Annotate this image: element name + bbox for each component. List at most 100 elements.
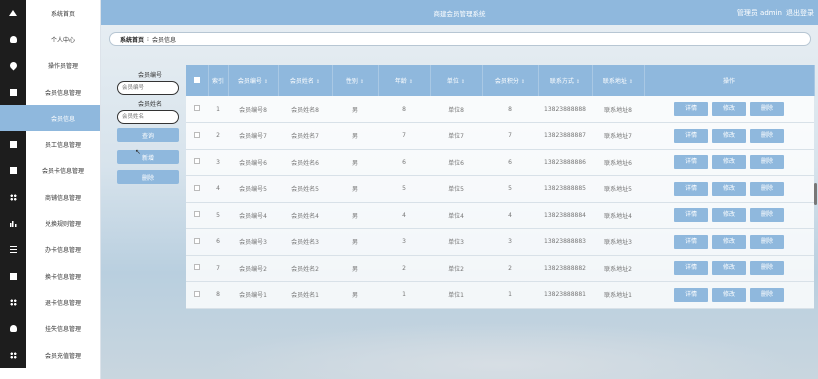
- sort-icon[interactable]: ⇕: [629, 79, 633, 85]
- cell-name: 会员姓名3: [278, 228, 332, 256]
- row-select-cell[interactable]: [186, 122, 208, 150]
- delete-button[interactable]: 删除: [750, 102, 784, 116]
- sidebar-icon-cell: [0, 210, 26, 237]
- row-select-cell[interactable]: [186, 149, 208, 176]
- sidebar-item[interactable]: 会员信息: [0, 105, 100, 132]
- sidebar-item[interactable]: 办卡信息管理: [0, 236, 100, 263]
- cell-no: 会员编号5: [228, 175, 278, 203]
- actions-cell: 详情 修改 删除: [644, 255, 814, 282]
- sidebar-item[interactable]: 员工信息管理: [0, 131, 100, 158]
- sidebar-item[interactable]: 系统首页: [0, 0, 100, 27]
- sort-icon[interactable]: ⇕: [461, 79, 465, 85]
- edit-button[interactable]: 修改: [712, 155, 746, 170]
- sidebar-item[interactable]: 商铺信息管理: [0, 184, 100, 211]
- row-select-cell[interactable]: [186, 96, 208, 123]
- logout-link[interactable]: 退出登录: [786, 8, 814, 18]
- sort-icon[interactable]: ⇕: [521, 79, 525, 85]
- row-checkbox[interactable]: [194, 184, 200, 191]
- member-table-wrapper: 索引 会员编号 ⇕ 会员姓名 ⇕ 性别 ⇕ 年龄 ⇕ 单位 ⇕ 会员积分 ⇕ 联系方式 ⇕ 联系地址 ⇕ 操作 1…: [186, 65, 815, 309]
- sidebar-item-label: 个人中心: [50, 36, 75, 44]
- cell-unit: 单位6: [430, 149, 482, 176]
- edit-button[interactable]: 修改: [712, 208, 746, 223]
- add-button[interactable]: 新增: [117, 150, 179, 164]
- delete-button[interactable]: 删除: [750, 208, 784, 223]
- detail-button[interactable]: 详情: [674, 208, 708, 223]
- row-checkbox[interactable]: [194, 290, 200, 297]
- edit-button[interactable]: 修改: [712, 287, 746, 302]
- cell-no: 会员编号3: [228, 228, 278, 256]
- home-icon: [9, 10, 17, 17]
- row-checkbox[interactable]: [194, 158, 200, 165]
- sidebar-icon-cell: [0, 157, 26, 185]
- row-checkbox[interactable]: [194, 131, 200, 138]
- member-no-input[interactable]: [117, 81, 179, 95]
- detail-button[interactable]: 详情: [674, 234, 708, 249]
- column-header[interactable]: 性别 ⇕: [332, 65, 379, 96]
- edit-button[interactable]: 修改: [712, 102, 746, 116]
- detail-button[interactable]: 详情: [674, 155, 708, 170]
- column-header[interactable]: 会员姓名 ⇕: [278, 65, 333, 96]
- row-select-cell[interactable]: [186, 228, 208, 256]
- row-checkbox[interactable]: [194, 264, 200, 271]
- edit-button[interactable]: 修改: [712, 181, 746, 196]
- column-header[interactable]: 单位 ⇕: [430, 65, 483, 96]
- column-header[interactable]: 年龄 ⇕: [378, 65, 431, 96]
- table-row: 8 会员编号1 会员姓名1 男 1 单位1 1 13823888881 联系地址1 详情 修改 删除: [186, 281, 814, 309]
- row-select-cell[interactable]: [186, 281, 208, 309]
- breadcrumb-home[interactable]: 系统首页: [120, 35, 144, 44]
- sidebar-item[interactable]: 会员卡信息管理: [0, 157, 100, 185]
- sidebar-item[interactable]: 会员信息管理: [0, 78, 100, 106]
- sidebar-item-label: 退卡信息管理: [44, 299, 81, 307]
- row-checkbox[interactable]: [194, 237, 200, 244]
- row-checkbox[interactable]: [194, 211, 200, 218]
- page-scrollbar[interactable]: [814, 183, 817, 205]
- select-all-checkbox[interactable]: [193, 76, 200, 83]
- app-title: 商建会员管理系统: [433, 9, 486, 18]
- sidebar-item-label: 会员卡信息管理: [41, 168, 84, 176]
- edit-button[interactable]: 修改: [712, 234, 746, 249]
- member-name-input[interactable]: [117, 110, 179, 124]
- edit-button[interactable]: 修改: [712, 128, 746, 143]
- row-select-cell[interactable]: [186, 255, 208, 282]
- row-checkbox[interactable]: [194, 105, 200, 111]
- row-select-cell[interactable]: [186, 175, 208, 203]
- sidebar-item[interactable]: 兑换规则管理: [0, 210, 100, 237]
- cell-index: 7: [208, 255, 228, 282]
- delete-button[interactable]: 删除: [750, 128, 784, 143]
- delete-button[interactable]: 删除: [750, 234, 784, 249]
- sort-icon[interactable]: ⇕: [409, 79, 413, 85]
- edit-button[interactable]: 修改: [712, 261, 746, 276]
- sidebar-item[interactable]: 个人中心: [0, 26, 100, 53]
- delete-button[interactable]: 删除: [750, 155, 784, 170]
- column-header[interactable]: 联系地址 ⇕: [592, 65, 645, 96]
- delete-button[interactable]: 删除: [750, 181, 784, 196]
- detail-button[interactable]: 详情: [674, 287, 708, 302]
- row-select-cell[interactable]: [186, 202, 208, 229]
- select-all-header[interactable]: [186, 65, 209, 96]
- column-header[interactable]: 会员积分 ⇕: [482, 65, 539, 96]
- cell-phone: 13823888882: [538, 255, 592, 282]
- detail-button[interactable]: 详情: [674, 261, 708, 276]
- batch-delete-button[interactable]: 删除: [117, 170, 179, 184]
- sidebar-item[interactable]: 挂失信息管理: [0, 315, 100, 342]
- detail-button[interactable]: 详情: [674, 128, 708, 143]
- delete-button[interactable]: 删除: [750, 287, 784, 302]
- sidebar-item[interactable]: 换卡信息管理: [0, 262, 100, 290]
- search-button[interactable]: 查询: [117, 128, 179, 142]
- detail-button[interactable]: 详情: [674, 181, 708, 196]
- column-header[interactable]: 会员编号 ⇕: [228, 65, 279, 96]
- sidebar-item[interactable]: 会员充值管理: [0, 341, 100, 369]
- top-header: 商建会员管理系统 管理员 admin 退出登录: [101, 0, 818, 25]
- sort-icon[interactable]: ⇕: [316, 79, 320, 85]
- cell-age: 8: [378, 96, 430, 123]
- sidebar-item[interactable]: 退卡信息管理: [0, 289, 100, 316]
- detail-button[interactable]: 详情: [674, 102, 708, 116]
- sort-icon[interactable]: ⇕: [360, 79, 364, 85]
- delete-button[interactable]: 删除: [750, 261, 784, 276]
- cell-address: 联系地址4: [592, 202, 644, 229]
- cell-phone: 13823888888: [538, 96, 592, 123]
- column-header[interactable]: 联系方式 ⇕: [538, 65, 593, 96]
- sort-icon[interactable]: ⇕: [264, 79, 268, 85]
- sidebar-item[interactable]: 操作员管理: [0, 52, 100, 79]
- sort-icon[interactable]: ⇕: [576, 79, 580, 85]
